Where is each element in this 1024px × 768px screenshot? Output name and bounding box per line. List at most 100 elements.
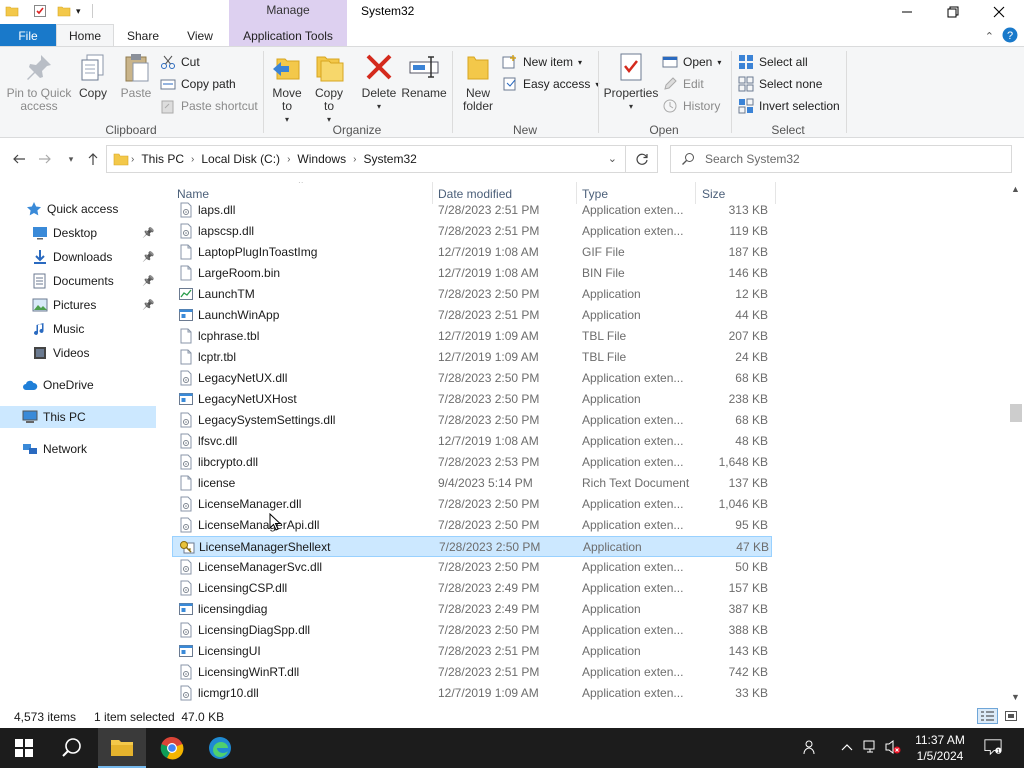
chrome-taskbar-button[interactable]: [148, 728, 196, 768]
file-row[interactable]: LicenseManager.dll 7/28/2023 2:50 PM Appli…: [172, 494, 772, 515]
copy-button[interactable]: Copy: [76, 51, 110, 100]
breadcrumb-separator[interactable]: ›: [131, 154, 134, 165]
file-row[interactable]: LegacySystemSettings.dll 7/28/2023 2:50 P…: [172, 410, 772, 431]
tab-application-tools[interactable]: Application Tools: [229, 24, 347, 47]
large-icons-view-button[interactable]: [1001, 708, 1021, 724]
tab-view[interactable]: View: [172, 24, 228, 47]
minimize-button[interactable]: [884, 0, 930, 24]
nav-item-documents[interactable]: Documents 📌: [0, 270, 156, 292]
pin-to-quick-access-button[interactable]: Pin to Quick access: [6, 51, 72, 113]
column-resize-handle[interactable]: [775, 182, 776, 204]
file-row[interactable]: LaptopPlugInToastImg 12/7/2019 1:08 AM GIF…: [172, 242, 772, 263]
file-row[interactable]: LicensingDiagSpp.dll 7/28/2023 2:50 PM App…: [172, 620, 772, 641]
select-all-button[interactable]: Select all: [738, 52, 808, 72]
volume-muted-icon[interactable]: [884, 738, 902, 756]
nav-item-downloads[interactable]: Downloads 📌: [0, 246, 156, 268]
folder-icon[interactable]: [5, 4, 19, 18]
scroll-down-icon[interactable]: ▼: [1011, 692, 1020, 702]
file-row[interactable]: lfsvc.dll 12/7/2019 1:08 AM Application ex…: [172, 431, 772, 452]
nav-item-videos[interactable]: Videos: [0, 342, 156, 364]
open-button[interactable]: Open ▾: [662, 52, 721, 72]
copy-path-button[interactable]: Copy path: [160, 74, 236, 94]
file-row[interactable]: LicenseManagerShellext 7/28/2023 2:50 PM A…: [172, 536, 772, 557]
nav-item-quick-access[interactable]: Quick access: [0, 198, 156, 220]
file-row[interactable]: lcphrase.tbl 12/7/2019 1:09 AM TBL File 207…: [172, 326, 772, 347]
pin-icon[interactable]: 📌: [142, 300, 154, 311]
file-row[interactable]: LicensingCSP.dll 7/28/2023 2:49 PM Applica…: [172, 578, 772, 599]
nav-item-desktop[interactable]: Desktop 📌: [0, 222, 156, 244]
new-item-button[interactable]: New item ▾: [502, 52, 582, 72]
file-row[interactable]: LaunchTM 7/28/2023 2:50 PM Application 12 K…: [172, 284, 772, 305]
new-folder-icon[interactable]: [57, 4, 71, 18]
column-header-date[interactable]: Date modified: [438, 187, 512, 201]
history-button[interactable]: History: [662, 96, 720, 116]
breadcrumb-separator[interactable]: ›: [191, 154, 194, 165]
file-explorer-taskbar-button[interactable]: [98, 728, 146, 768]
file-row[interactable]: LegacyNetUXHost 7/28/2023 2:50 PM Applicat…: [172, 389, 772, 410]
file-row[interactable]: license 9/4/2023 5:14 PM Rich Text Documen…: [172, 473, 772, 494]
new-folder-button[interactable]: New folder: [458, 51, 498, 113]
delete-button[interactable]: Delete ▾: [360, 51, 398, 113]
up-button[interactable]: [84, 150, 102, 168]
close-button[interactable]: [976, 0, 1022, 24]
file-row[interactable]: LicenseManagerApi.dll 7/28/2023 2:50 PM Ap…: [172, 515, 772, 536]
network-status-icon[interactable]: [862, 738, 880, 756]
restore-button[interactable]: [930, 0, 976, 24]
forward-button[interactable]: [36, 150, 54, 168]
search-taskbar-button[interactable]: [48, 728, 96, 768]
select-none-button[interactable]: Select none: [738, 74, 822, 94]
file-row[interactable]: LaunchWinApp 7/28/2023 2:51 PM Application…: [172, 305, 772, 326]
pin-icon[interactable]: 📌: [142, 276, 154, 287]
file-row[interactable]: LargeRoom.bin 12/7/2019 1:08 AM BIN File 14…: [172, 263, 772, 284]
nav-item-onedrive[interactable]: OneDrive: [0, 374, 156, 396]
column-header-type[interactable]: Type: [582, 187, 608, 201]
paste-button[interactable]: Paste: [118, 51, 154, 100]
paste-shortcut-button[interactable]: Paste shortcut: [160, 96, 258, 116]
cut-button[interactable]: Cut: [160, 52, 200, 72]
people-icon[interactable]: [802, 738, 820, 756]
nav-item-network[interactable]: Network: [0, 438, 156, 460]
notifications-icon[interactable]: 1: [984, 738, 1002, 756]
vertical-scrollbar[interactable]: ▲ ▼: [1008, 182, 1024, 704]
file-row[interactable]: LicenseManagerSvc.dll 7/28/2023 2:50 PM Ap…: [172, 557, 772, 578]
refresh-button[interactable]: [626, 145, 658, 173]
column-header-size[interactable]: Size: [702, 187, 725, 201]
address-dropdown-icon[interactable]: ⌄: [608, 152, 617, 165]
qat-dropdown-icon[interactable]: ▾: [76, 6, 90, 20]
easy-access-button[interactable]: Easy access ▾: [502, 74, 599, 94]
file-row[interactable]: LegacyNetUX.dll 7/28/2023 2:50 PM Applicat…: [172, 368, 772, 389]
copy-to-button[interactable]: Copy to ▾: [312, 51, 346, 126]
nav-item-music[interactable]: Music: [0, 318, 156, 340]
tab-file[interactable]: File: [0, 24, 56, 47]
rename-button[interactable]: Rename: [401, 51, 447, 100]
file-row[interactable]: LicensingUI 7/28/2023 2:51 PM Application 1…: [172, 641, 772, 662]
pin-icon[interactable]: 📌: [142, 228, 154, 239]
properties-button[interactable]: Properties ▾: [604, 51, 658, 113]
search-box[interactable]: [670, 145, 1012, 173]
edit-button[interactable]: Edit: [662, 74, 704, 94]
back-button[interactable]: [10, 150, 28, 168]
file-row[interactable]: licensingdiag 7/28/2023 2:49 PM Applicatio…: [172, 599, 772, 620]
breadcrumb-this-pc[interactable]: This PC: [141, 152, 184, 166]
search-input[interactable]: [705, 152, 995, 166]
breadcrumb-windows[interactable]: Windows: [297, 152, 346, 166]
file-row[interactable]: lcptr.tbl 12/7/2019 1:09 AM TBL File 24 KB: [172, 347, 772, 368]
breadcrumb-system32[interactable]: System32: [363, 152, 416, 166]
breadcrumb-local-disk[interactable]: Local Disk (C:): [201, 152, 280, 166]
system-clock[interactable]: 11:37 AM 1/5/2024: [912, 732, 968, 764]
tab-share[interactable]: Share: [114, 24, 172, 47]
chevron-up-icon[interactable]: [838, 738, 856, 756]
address-bar[interactable]: › This PC › Local Disk (C:) › Windows › …: [106, 145, 626, 173]
file-row[interactable]: lapscsp.dll 7/28/2023 2:51 PM Application …: [172, 221, 772, 242]
nav-item-this-pc[interactable]: This PC: [0, 406, 156, 428]
recent-locations-button[interactable]: ▾: [62, 150, 80, 168]
pin-icon[interactable]: 📌: [142, 252, 154, 263]
properties-check-icon[interactable]: [33, 4, 47, 18]
breadcrumb-separator[interactable]: ›: [287, 154, 290, 165]
edge-taskbar-button[interactable]: [196, 728, 244, 768]
tab-home[interactable]: Home: [56, 24, 114, 47]
file-row[interactable]: licmgr10.dll 12/7/2019 1:09 AM Application…: [172, 683, 772, 704]
column-header-name[interactable]: Name: [177, 187, 209, 201]
invert-selection-button[interactable]: Invert selection: [738, 96, 840, 116]
scrollbar-thumb[interactable]: [1010, 404, 1022, 422]
